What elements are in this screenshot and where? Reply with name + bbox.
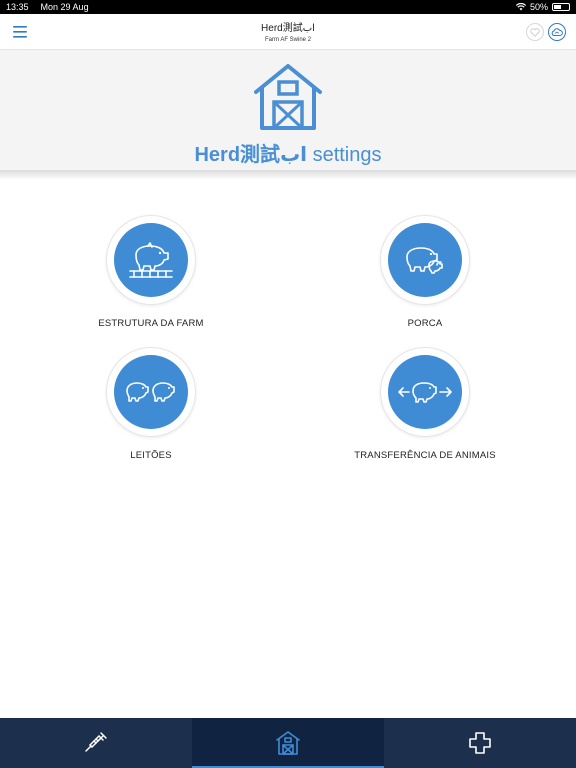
tile-animal-transfer[interactable]: TRANSFERÊNCIA DE ANIMAIS <box>335 347 515 461</box>
hero-title: Herd測試اب settings <box>0 138 576 167</box>
tile-sow[interactable]: PORCA <box>335 215 515 329</box>
sow-piglets-icon <box>406 247 443 274</box>
tile-farm-structure-circle <box>106 215 196 305</box>
tile-farm-structure[interactable]: ESTRUTURA DA FARM <box>61 215 241 329</box>
tile-animal-transfer-button <box>388 355 462 429</box>
hero-banner: Herd測試اب settings <box>0 50 576 176</box>
tile-sow-label: PORCA <box>407 318 443 329</box>
medical-cross-icon <box>469 732 491 754</box>
tile-farm-structure-label: ESTRUTURA DA FARM <box>98 318 204 329</box>
favorite-button[interactable] <box>526 23 544 41</box>
syringe-icon <box>85 732 107 752</box>
tile-piglets[interactable]: LEITÕES <box>61 347 241 461</box>
pig-pen-icon <box>129 242 173 278</box>
status-right: 50% <box>515 2 570 12</box>
battery-icon <box>552 3 570 11</box>
tile-sow-circle <box>380 215 470 305</box>
nav-title: Herd測試اب <box>261 23 315 34</box>
pig-transfer-icon <box>398 382 452 403</box>
tile-animal-transfer-circle <box>380 347 470 437</box>
tab-vaccinations[interactable] <box>0 718 192 768</box>
barn-icon <box>276 731 300 755</box>
tile-piglets-label: LEITÕES <box>130 450 172 461</box>
tile-farm-structure-button <box>114 223 188 297</box>
two-piglets-icon <box>126 382 175 402</box>
status-date: Mon 29 Aug <box>40 2 89 12</box>
status-bar: 13:35 Mon 29 Aug 50% <box>0 0 576 14</box>
barn-icon <box>254 64 322 130</box>
nav-title-block: Herd測試اب Farm AF Swine 2 <box>0 19 576 43</box>
tile-sow-button <box>388 223 462 297</box>
hero-title-settings: settings <box>307 144 382 166</box>
heart-icon <box>530 27 540 37</box>
wifi-icon <box>515 3 526 11</box>
status-time: 13:35 <box>6 2 29 12</box>
tile-animal-transfer-label: TRANSFERÊNCIA DE ANIMAIS <box>354 450 496 461</box>
cloud-sync-icon <box>551 28 563 36</box>
nav-bar: Herd測試اب Farm AF Swine 2 <box>0 14 576 50</box>
tab-bar <box>0 718 576 768</box>
hero-divider <box>0 170 576 180</box>
tile-piglets-circle <box>106 347 196 437</box>
hero-title-herd: Herd測試اب <box>194 144 308 166</box>
tab-herd[interactable] <box>192 718 384 768</box>
battery-percent: 50% <box>529 2 548 12</box>
sync-button[interactable] <box>548 23 566 41</box>
nav-subtitle: Farm AF Swine 2 <box>264 37 311 43</box>
tile-piglets-button <box>114 355 188 429</box>
tab-health[interactable] <box>384 718 576 768</box>
